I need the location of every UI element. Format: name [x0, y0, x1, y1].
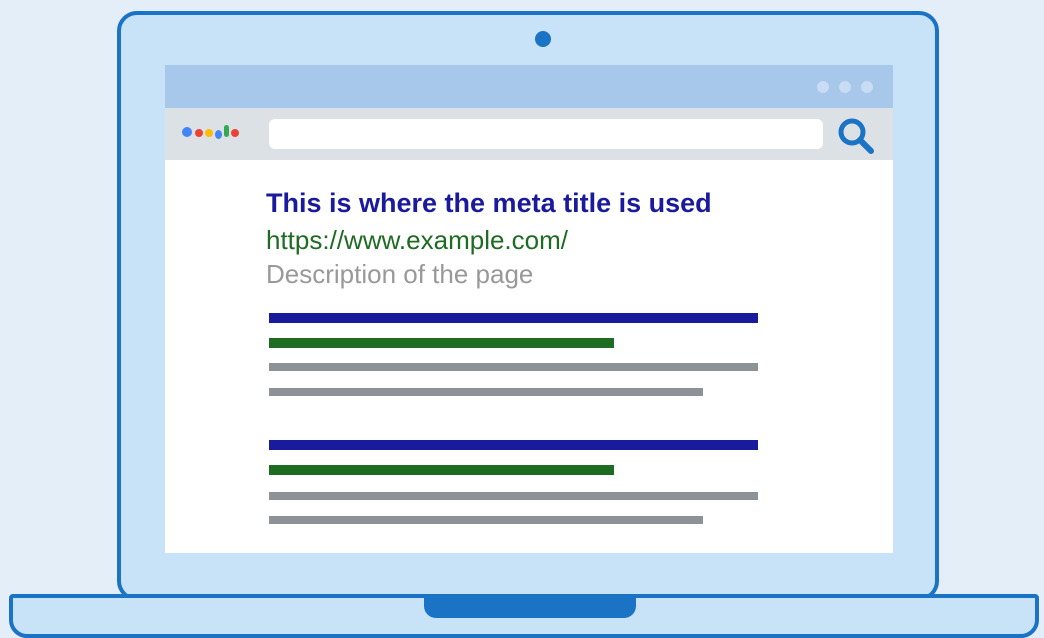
placeholder-title-line: [269, 313, 758, 323]
placeholder-description-line: [269, 516, 703, 524]
browser-toolbar: [165, 108, 893, 160]
placeholder-description-line: [269, 388, 703, 396]
placeholder-url-line: [269, 338, 614, 348]
camera-icon: [535, 31, 551, 47]
result-title[interactable]: This is where the meta title is used: [266, 188, 712, 219]
result-description: Description of the page: [266, 259, 534, 289]
laptop-base-notch: [424, 594, 636, 618]
placeholder-description-line: [269, 492, 758, 500]
placeholder-description-line: [269, 363, 758, 371]
search-icon[interactable]: [835, 115, 877, 157]
window-titlebar: [165, 65, 893, 108]
browser-window: This is where the meta title is used htt…: [165, 65, 893, 553]
window-control-dot[interactable]: [839, 81, 851, 93]
search-input[interactable]: [269, 119, 823, 149]
placeholder-title-line: [269, 440, 758, 450]
placeholder-url-line: [269, 465, 614, 475]
result-url[interactable]: https://www.example.com/: [266, 225, 568, 256]
window-control-dot[interactable]: [817, 81, 829, 93]
window-control-dot[interactable]: [861, 81, 873, 93]
